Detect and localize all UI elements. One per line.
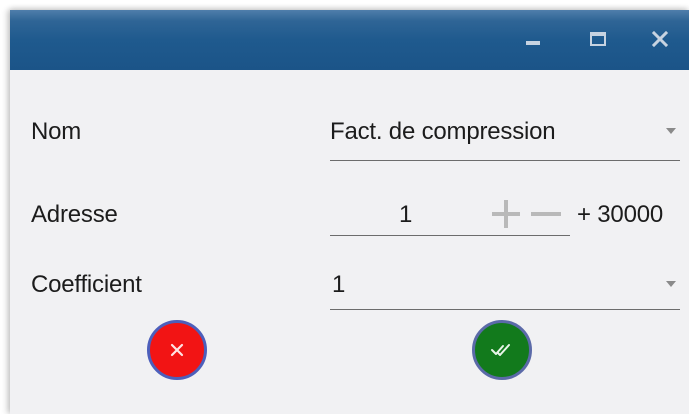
- adresse-label: Adresse: [31, 201, 118, 228]
- minus-icon: [531, 212, 561, 216]
- maximize-icon: [590, 32, 606, 46]
- plus-icon: [492, 200, 520, 228]
- confirm-button[interactable]: [472, 320, 532, 380]
- close-icon: [651, 30, 669, 48]
- coefficient-value: 1: [332, 271, 346, 298]
- close-window-button[interactable]: [649, 28, 671, 50]
- decrement-button[interactable]: [530, 200, 562, 235]
- coefficient-underline: [330, 309, 680, 310]
- coefficient-label: Coefficient: [31, 271, 142, 298]
- adresse-offset: + 30000: [577, 201, 664, 228]
- nom-label: Nom: [31, 118, 82, 145]
- adresse-value[interactable]: 1: [399, 201, 412, 229]
- chevron-down-icon: [666, 128, 676, 134]
- chevron-down-icon: [666, 281, 676, 287]
- dialog-window: Nom Fact. de compression Adresse 1 + 300…: [10, 10, 689, 414]
- minimize-icon: [526, 41, 540, 45]
- title-bar: [10, 10, 689, 70]
- adresse-underline: [330, 235, 570, 236]
- nom-underline: [330, 160, 680, 161]
- increment-button[interactable]: [491, 200, 521, 235]
- nom-value: Fact. de compression: [330, 118, 556, 145]
- maximize-button[interactable]: [587, 28, 609, 50]
- double-check-icon: [491, 344, 510, 356]
- close-icon: [170, 343, 184, 357]
- minimize-button[interactable]: [522, 28, 544, 50]
- cancel-button[interactable]: [147, 320, 207, 380]
